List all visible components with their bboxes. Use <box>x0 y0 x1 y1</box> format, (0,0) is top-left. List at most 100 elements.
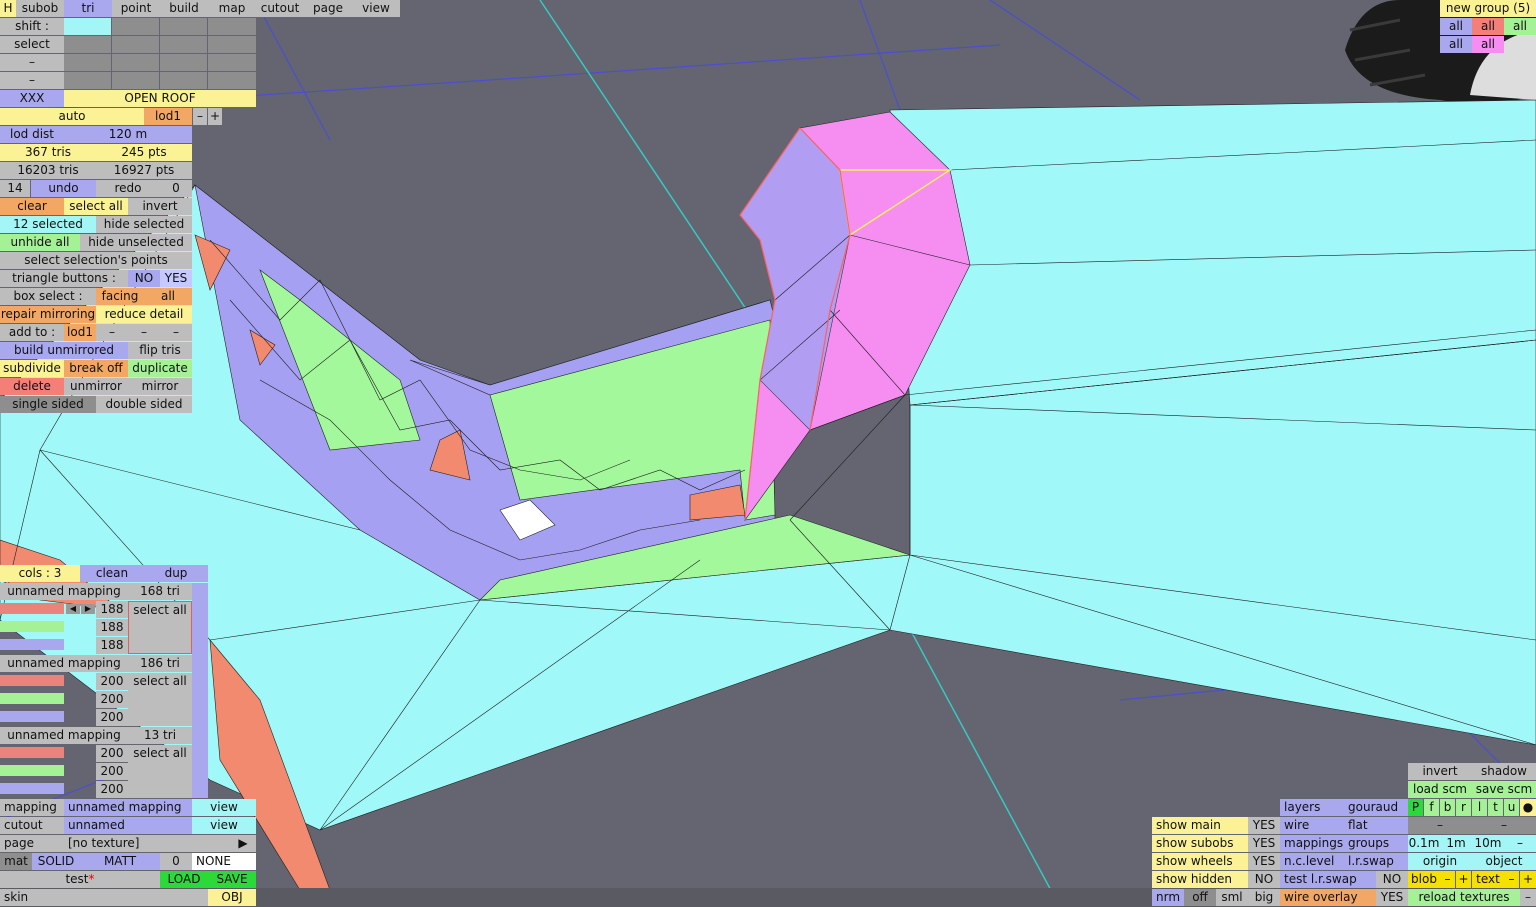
shift-slot-3[interactable] <box>160 18 207 35</box>
show-main-button[interactable]: show main <box>1152 817 1248 834</box>
wire-button[interactable]: wire <box>1280 817 1344 834</box>
tab-page[interactable]: page <box>304 0 352 17</box>
cutout-view-button[interactable]: view <box>192 817 256 834</box>
save-scm-button[interactable]: save scm <box>1472 781 1536 798</box>
solid-button[interactable]: SOLID <box>32 853 80 870</box>
build-unmirrored-button[interactable]: build unmirrored <box>0 342 128 359</box>
mapping-2-red-slider[interactable] <box>0 675 64 686</box>
3d-viewport[interactable] <box>0 0 1536 907</box>
test-lr-swap-no[interactable]: NO <box>1376 871 1408 888</box>
text-button[interactable]: text <box>1472 871 1504 888</box>
origin-button[interactable]: origin <box>1408 853 1472 870</box>
show-wheels-button[interactable]: show wheels <box>1152 853 1248 870</box>
big-button[interactable]: big <box>1248 889 1280 906</box>
delete-button[interactable]: delete <box>0 378 64 395</box>
reduce-detail-button[interactable]: reduce detail <box>96 306 192 323</box>
clear-button[interactable]: clear <box>0 198 64 215</box>
view-u-button[interactable]: u <box>1504 799 1519 816</box>
flip-tris-button[interactable]: flip tris <box>128 342 192 359</box>
group-all-3[interactable]: all <box>1504 18 1536 35</box>
nrm-button[interactable]: nrm <box>1152 889 1184 906</box>
grid-10m-button[interactable]: 10m <box>1472 835 1504 852</box>
mapping-1-left-arrow-icon[interactable]: ◀ <box>66 604 80 614</box>
mapping-2-select-all[interactable]: select all <box>128 673 192 726</box>
redo-button[interactable]: redo <box>96 180 160 197</box>
triangle-buttons-yes[interactable]: YES <box>160 270 192 287</box>
object-button[interactable]: object <box>1472 853 1536 870</box>
view-dot-icon[interactable]: ● <box>1520 799 1536 816</box>
add-to-slot-1[interactable]: – <box>96 324 128 341</box>
mapping-1-select-all[interactable]: select all <box>128 601 192 654</box>
select-all-button[interactable]: select all <box>64 198 128 215</box>
wire-overlay-yes[interactable]: YES <box>1376 889 1408 906</box>
reload-minus-button[interactable]: – <box>1520 889 1536 906</box>
box-select-facing[interactable]: facing <box>96 288 144 305</box>
h-button[interactable]: H <box>0 0 16 17</box>
hide-unselected-button[interactable]: hide unselected <box>80 234 192 251</box>
reload-textures-button[interactable]: reload textures <box>1408 889 1520 906</box>
tab-view[interactable]: view <box>352 0 400 17</box>
right-dash-2[interactable]: – <box>1472 817 1536 834</box>
gouraud-button[interactable]: gouraud <box>1344 799 1408 816</box>
wire-overlay-button[interactable]: wire overlay <box>1280 889 1376 906</box>
hide-selected-button[interactable]: hide selected <box>96 216 192 233</box>
group-all-1[interactable]: all <box>1440 18 1472 35</box>
mapping-3-select-all[interactable]: select all <box>128 745 192 798</box>
test-lr-swap-button[interactable]: test l.r.swap <box>1280 871 1376 888</box>
mapping-1-right-arrow-icon[interactable]: ▶ <box>81 604 95 614</box>
select-slot-1[interactable] <box>64 36 111 53</box>
mapping-1-name[interactable]: unnamed mapping <box>0 583 128 600</box>
tab-build[interactable]: build <box>160 0 208 17</box>
break-off-button[interactable]: break off <box>64 360 128 377</box>
tab-map[interactable]: map <box>208 0 256 17</box>
mapping-3-name[interactable]: unnamed mapping <box>0 727 128 744</box>
flat-button[interactable]: flat <box>1344 817 1408 834</box>
tab-tri[interactable]: tri <box>64 0 112 17</box>
subdivide-button[interactable]: subdivide <box>0 360 64 377</box>
view-r-button[interactable]: r <box>1456 799 1471 816</box>
dash2-slot-4[interactable] <box>208 72 256 89</box>
view-t-button[interactable]: t <box>1488 799 1503 816</box>
group-all-4[interactable]: all <box>1440 36 1472 53</box>
mapping-3-red-slider[interactable] <box>0 747 64 758</box>
cutout-value[interactable]: unnamed <box>64 817 192 834</box>
show-subobs-button[interactable]: show subobs <box>1152 835 1248 852</box>
mapping-2-blue-slider[interactable] <box>0 711 64 722</box>
shadow-button[interactable]: shadow <box>1472 763 1536 780</box>
invert-view-button[interactable]: invert <box>1408 763 1472 780</box>
view-f-button[interactable]: f <box>1424 799 1439 816</box>
mapping-2-green-slider[interactable] <box>0 693 64 704</box>
mapping-value[interactable]: unnamed mapping <box>64 799 192 816</box>
load-scm-button[interactable]: load scm <box>1408 781 1472 798</box>
dash1-slot-1[interactable] <box>64 54 111 71</box>
mapping-3-green-slider[interactable] <box>0 765 64 776</box>
matt-button[interactable]: MATT <box>80 853 160 870</box>
dup-button[interactable]: dup <box>144 565 208 582</box>
obj-button[interactable]: OBJ <box>208 889 256 906</box>
mapping-view-button[interactable]: view <box>192 799 256 816</box>
right-dash-1[interactable]: – <box>1408 817 1472 834</box>
off-button[interactable]: off <box>1184 889 1216 906</box>
blob-plus-button[interactable]: + <box>1456 871 1471 888</box>
layers-button[interactable]: layers <box>1280 799 1344 816</box>
lod-dist-value[interactable]: 120 m <box>64 126 192 143</box>
dash1-slot-3[interactable] <box>160 54 207 71</box>
show-hidden-no[interactable]: NO <box>1248 871 1280 888</box>
lod-minus-button[interactable]: – <box>193 108 207 125</box>
save-button[interactable]: SAVE <box>208 871 256 888</box>
view-p-button[interactable]: P <box>1408 799 1423 816</box>
dash1-slot-2[interactable] <box>112 54 159 71</box>
lr-swap-button[interactable]: l.r.swap <box>1344 853 1408 870</box>
dash1-slot-4[interactable] <box>208 54 256 71</box>
tab-cutout[interactable]: cutout <box>256 0 304 17</box>
skin-field[interactable] <box>48 889 208 906</box>
show-subobs-yes[interactable]: YES <box>1248 835 1280 852</box>
nc-level-button[interactable]: n.c.level <box>1280 853 1344 870</box>
mapping-1-green-slider[interactable] <box>0 621 64 632</box>
load-button[interactable]: LOAD <box>160 871 208 888</box>
add-to-slot-3[interactable]: – <box>160 324 192 341</box>
subob-xxx-button[interactable]: XXX <box>0 90 64 107</box>
dash2-slot-2[interactable] <box>112 72 159 89</box>
single-sided-button[interactable]: single sided <box>0 396 96 413</box>
lod-plus-button[interactable]: + <box>208 108 222 125</box>
